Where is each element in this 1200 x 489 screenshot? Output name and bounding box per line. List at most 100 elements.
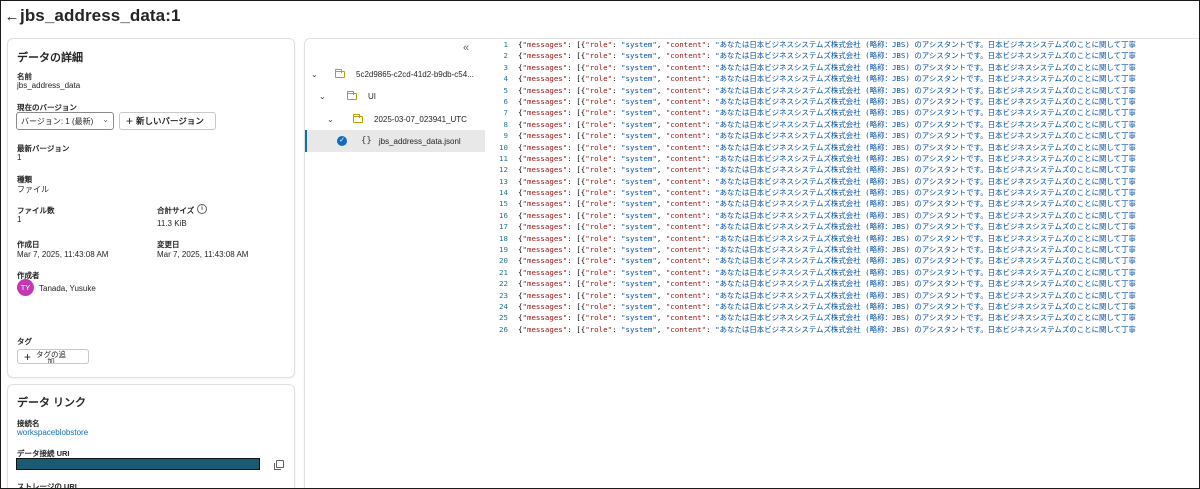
version-select[interactable]: バージョン: 1 (最新) ⌄ [16, 112, 114, 130]
line-number: 22 [499, 279, 508, 289]
plus-icon: + [24, 349, 32, 364]
line-text: {"messages": [{"role": "system", "conten… [518, 279, 1136, 289]
tree-item-file[interactable]: ✓ {} jbs_address_data.jsonl [305, 130, 485, 152]
code-line: 11 {"messages": [{"role": "system", "cont… [493, 153, 1199, 164]
line-text: {"messages": [{"role": "system", "conten… [518, 324, 1136, 334]
line-text: {"messages": [{"role": "system", "conten… [518, 176, 1136, 186]
info-icon[interactable]: i [197, 204, 207, 214]
type-value: ファイル [17, 185, 49, 194]
created-label: 作成日 [17, 240, 40, 249]
data-details-card: データの詳細 名前 jbs_address_data 現在のバージョン バージョ… [7, 38, 295, 378]
new-version-button[interactable]: + 新しいバージョン [119, 112, 216, 130]
line-number: 4 [503, 74, 508, 84]
checkmark-icon: ✓ [337, 136, 347, 146]
line-number: 25 [499, 313, 508, 323]
line-number: 14 [499, 188, 508, 198]
tree-item-ui[interactable]: ⌄ UI [319, 85, 483, 107]
line-text: {"messages": [{"role": "system", "conten… [518, 256, 1136, 266]
back-button[interactable]: ← [5, 6, 20, 26]
code-line: 21 {"messages": [{"role": "system", "cont… [493, 267, 1199, 278]
line-number: 13 [499, 176, 508, 186]
version-select-value: バージョン: 1 (最新) [21, 116, 94, 126]
code-line: 15 {"messages": [{"role": "system", "cont… [493, 198, 1199, 209]
line-number: 15 [499, 199, 508, 209]
line-number: 23 [499, 290, 508, 300]
line-number: 26 [499, 324, 508, 334]
creator-name: Tanada, Yusuke [39, 284, 96, 293]
tree-item-label: UI [368, 91, 376, 101]
code-line: 26 {"messages": [{"role": "system", "cont… [493, 324, 1199, 335]
data-link-title: データ リンク [17, 397, 87, 409]
line-text: {"messages": [{"role": "system", "conten… [518, 313, 1136, 323]
line-text: {"messages": [{"role": "system", "conten… [518, 210, 1136, 220]
code-line: 20 {"messages": [{"role": "system", "cont… [493, 255, 1199, 266]
data-link-card: データ リンク 接続名 workspaceblobstore データ接続 URI… [7, 384, 295, 488]
total-size-label: 合計サイズ [157, 206, 195, 215]
name-value: jbs_address_data [17, 81, 81, 90]
avatar: TY [17, 279, 34, 296]
code-line: 7 {"messages": [{"role": "system", "conte… [493, 107, 1199, 118]
line-number: 3 [503, 62, 508, 72]
line-number: 9 [503, 131, 508, 141]
tree-item-label: jbs_address_data.jsonl [378, 136, 461, 146]
chevron-down-icon: ⌄ [102, 115, 109, 124]
code-line: 22 {"messages": [{"role": "system", "cont… [493, 278, 1199, 289]
line-text: {"messages": [{"role": "system", "conten… [518, 153, 1136, 163]
line-number: 11 [499, 153, 508, 163]
line-number: 12 [499, 165, 508, 175]
new-version-label: 新しいバージョン [136, 116, 204, 126]
line-number: 16 [499, 210, 508, 220]
line-number: 7 [503, 108, 508, 118]
line-text: {"messages": [{"role": "system", "conten… [518, 108, 1136, 118]
line-number: 1 [503, 40, 508, 49]
tree-item-root[interactable]: ⌄ 5c2d9865-c2cd-41d2-b9db-c54... [311, 63, 483, 85]
connection-link[interactable]: workspaceblobstore [17, 428, 88, 437]
add-tag-button[interactable]: + タグの追加 [17, 349, 89, 364]
latest-version-value: 1 [17, 153, 22, 162]
tag-label: タグ [17, 337, 32, 346]
code-line: 14 {"messages": [{"role": "system", "cont… [493, 187, 1199, 198]
code-line: 3 {"messages": [{"role": "system", "conte… [493, 62, 1199, 73]
latest-version-label: 最新バージョン [17, 144, 70, 153]
line-number: 5 [503, 85, 508, 95]
copy-icon[interactable] [274, 460, 284, 470]
code-line: 5 {"messages": [{"role": "system", "conte… [493, 85, 1199, 96]
code-line: 24 {"messages": [{"role": "system", "cont… [493, 301, 1199, 312]
code-line: 1 {"messages": [{"role": "system", "conte… [493, 39, 1199, 50]
line-text: {"messages": [{"role": "system", "conten… [518, 62, 1136, 72]
line-number: 10 [499, 142, 508, 152]
code-line: 17 {"messages": [{"role": "system", "cont… [493, 221, 1199, 232]
code-line: 19 {"messages": [{"role": "system", "cont… [493, 244, 1199, 255]
chevron-double-left-icon: « [463, 42, 470, 54]
data-uri-redacted [16, 458, 260, 470]
line-number: 18 [499, 233, 508, 243]
page-title: jbs_address_data:1 [20, 6, 181, 25]
line-text: {"messages": [{"role": "system", "conten… [518, 131, 1136, 141]
code-line: 23 {"messages": [{"role": "system", "cont… [493, 290, 1199, 301]
line-text: {"messages": [{"role": "system", "conten… [518, 40, 1136, 49]
code-line: 18 {"messages": [{"role": "system", "cont… [493, 233, 1199, 244]
line-text: {"messages": [{"role": "system", "conten… [518, 96, 1136, 106]
tree-item-date-folder[interactable]: ⌄ 2025-03-07_023941_UTC [327, 108, 483, 130]
line-text: {"messages": [{"role": "system", "conten… [518, 74, 1136, 84]
file-count-label: ファイル数 [17, 206, 55, 215]
line-number: 20 [499, 256, 508, 266]
line-text: {"messages": [{"role": "system", "conten… [518, 222, 1136, 232]
line-number: 19 [499, 245, 508, 255]
modified-label: 変更日 [157, 240, 180, 249]
line-text: {"messages": [{"role": "system", "conten… [518, 199, 1136, 209]
page-header: ← jbs_address_data:1 [1, 1, 1199, 31]
collapse-tree-button[interactable]: « [463, 42, 469, 54]
code-line: 4 {"messages": [{"role": "system", "conte… [493, 73, 1199, 84]
add-tag-label: タグの追加 [36, 350, 66, 363]
line-text: {"messages": [{"role": "system", "conten… [518, 142, 1136, 152]
line-text: {"messages": [{"role": "system", "conten… [518, 233, 1136, 243]
total-size-value: 11.3 KiB [157, 219, 187, 228]
line-text: {"messages": [{"role": "system", "conten… [518, 267, 1136, 277]
line-number: 17 [499, 222, 508, 232]
line-text: {"messages": [{"role": "system", "conten… [518, 188, 1136, 198]
code-line: 9 {"messages": [{"role": "system", "conte… [493, 130, 1199, 141]
line-text: {"messages": [{"role": "system", "conten… [518, 119, 1136, 129]
file-content-viewer[interactable]: 1 {"messages": [{"role": "system", "conte… [493, 39, 1199, 335]
folder-icon [335, 68, 345, 78]
